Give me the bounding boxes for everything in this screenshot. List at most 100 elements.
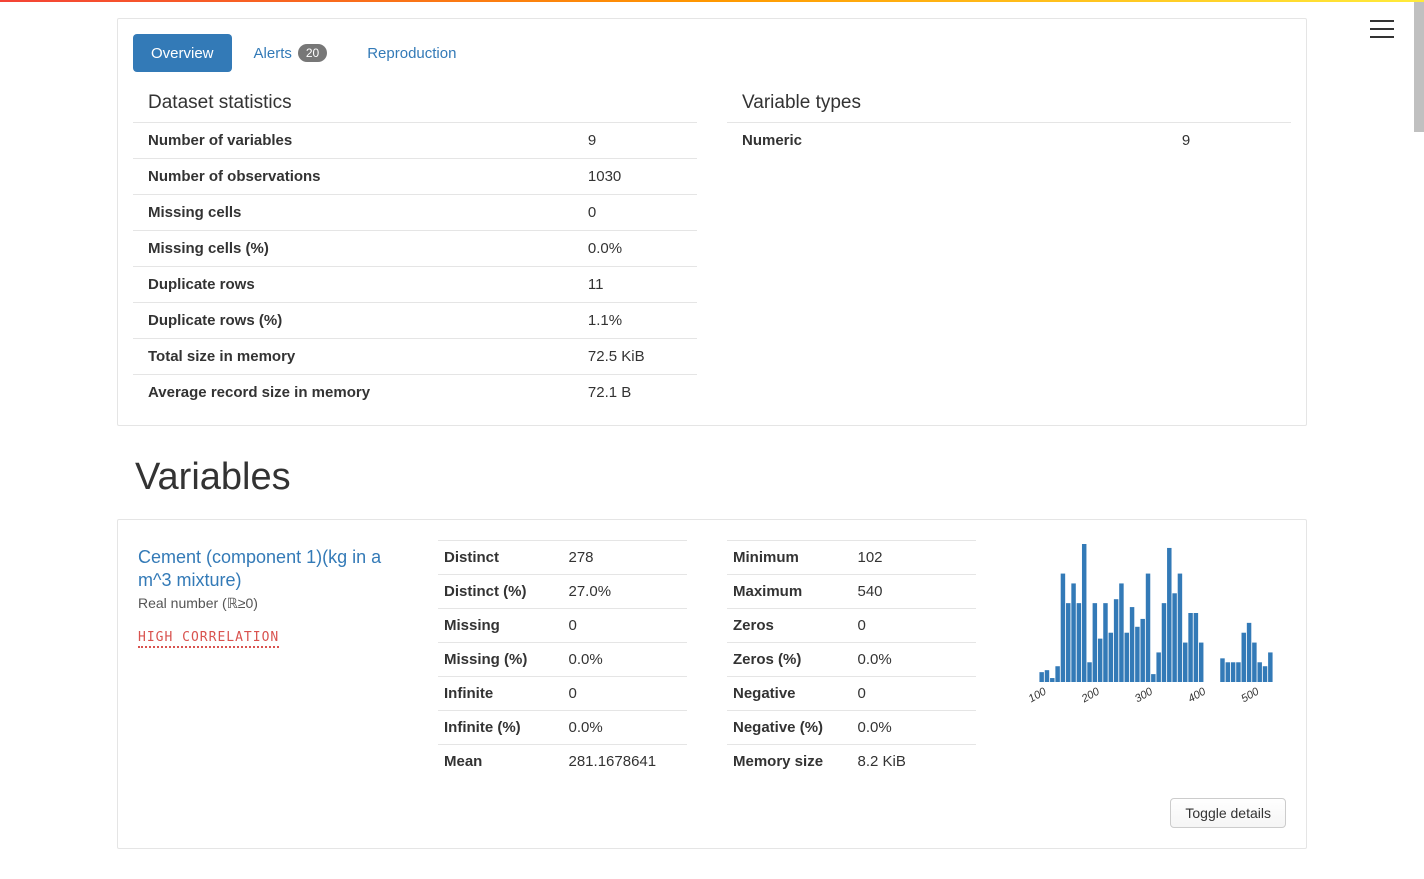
variable-stats-table-1: Distinct278Distinct (%)27.0%Missing0Miss…	[438, 540, 687, 778]
histogram-bar	[1050, 678, 1054, 682]
table-row: Infinite0	[438, 677, 687, 711]
table-row: Memory size8.2 KiB	[727, 745, 976, 779]
axis-tick-label: 500	[1239, 685, 1262, 705]
axis-tick-label: 400	[1186, 685, 1209, 705]
stat-value: 0	[573, 195, 697, 231]
table-row: Maximum540	[727, 575, 976, 609]
variable-name-link[interactable]: Cement (component 1)(kg in a m^3 mixture…	[138, 546, 398, 593]
stat-label: Infinite (%)	[438, 711, 563, 745]
variable-types-title: Variable types	[727, 82, 1291, 122]
histogram-bar	[1183, 643, 1187, 682]
table-row: Missing cells (%)0.0%	[133, 231, 697, 267]
histogram-bar	[1252, 643, 1256, 682]
histogram-bar	[1151, 674, 1155, 682]
table-row: Distinct278	[438, 541, 687, 575]
stat-label: Zeros (%)	[727, 643, 852, 677]
stat-label: Average record size in memory	[133, 375, 573, 411]
histogram-bar	[1199, 643, 1203, 682]
histogram-bar	[1167, 548, 1171, 682]
variable-histogram: 100200300400500	[1016, 540, 1286, 778]
histogram-bar	[1188, 613, 1192, 682]
table-row: Missing0	[438, 609, 687, 643]
histogram-bar	[1226, 662, 1230, 682]
histogram-bar	[1039, 672, 1043, 682]
stat-value: 540	[852, 575, 977, 609]
table-row: Distinct (%)27.0%	[438, 575, 687, 609]
stat-value: 1030	[573, 159, 697, 195]
variable-types-table: Numeric9	[727, 122, 1291, 158]
table-row: Duplicate rows11	[133, 267, 697, 303]
dataset-stats-table: Number of variables9Number of observatio…	[133, 122, 697, 410]
histogram-bar	[1055, 666, 1059, 682]
stat-label: Memory size	[727, 745, 852, 779]
histogram-bar	[1140, 619, 1144, 682]
histogram-bar	[1045, 670, 1049, 682]
stat-label: Negative (%)	[727, 711, 852, 745]
tab-bar: Overview Alerts 20 Reproduction	[133, 34, 1291, 72]
stat-value: 0.0%	[852, 643, 977, 677]
stat-label: Duplicate rows (%)	[133, 303, 573, 339]
stat-label: Minimum	[727, 541, 852, 575]
histogram-bar	[1263, 666, 1267, 682]
table-row: Zeros0	[727, 609, 976, 643]
histogram-bar	[1156, 652, 1160, 682]
stat-label: Missing cells (%)	[133, 231, 573, 267]
stat-label: Number of variables	[133, 123, 573, 159]
table-row: Minimum102	[727, 541, 976, 575]
table-row: Total size in memory72.5 KiB	[133, 339, 697, 375]
histogram-bar	[1257, 662, 1261, 682]
histogram-bar	[1071, 583, 1075, 682]
table-row: Number of variables9	[133, 123, 697, 159]
histogram-bar	[1247, 623, 1251, 682]
stat-value: 27.0%	[563, 575, 688, 609]
stat-label: Numeric	[727, 123, 1167, 159]
histogram-bar	[1194, 613, 1198, 682]
table-row: Duplicate rows (%)1.1%	[133, 303, 697, 339]
toggle-details-button[interactable]: Toggle details	[1170, 798, 1286, 828]
histogram-bar	[1178, 574, 1182, 682]
hamburger-menu-icon[interactable]	[1370, 20, 1394, 38]
stat-value: 8.2 KiB	[852, 745, 977, 779]
histogram-bar	[1098, 639, 1102, 682]
warning-badge-high-correlation[interactable]: HIGH CORRELATION	[138, 630, 279, 648]
stat-value: 9	[573, 123, 697, 159]
alerts-count-badge: 20	[298, 44, 327, 62]
histogram-bar	[1162, 603, 1166, 682]
histogram-bar	[1114, 599, 1118, 682]
histogram-bar	[1268, 652, 1272, 682]
histogram-bar	[1061, 574, 1065, 682]
table-row: Negative0	[727, 677, 976, 711]
histogram-bar	[1135, 627, 1139, 682]
variable-card: Cement (component 1)(kg in a m^3 mixture…	[117, 519, 1307, 849]
stat-label: Missing (%)	[438, 643, 563, 677]
dataset-stats-title: Dataset statistics	[133, 82, 697, 122]
tab-overview[interactable]: Overview	[133, 34, 232, 72]
table-row: Number of observations1030	[133, 159, 697, 195]
tab-reproduction[interactable]: Reproduction	[349, 34, 474, 72]
histogram-bar	[1109, 633, 1113, 682]
stat-label: Duplicate rows	[133, 267, 573, 303]
stat-value: 0.0%	[563, 711, 688, 745]
scrollbar-thumb[interactable]	[1414, 2, 1424, 132]
table-row: Missing (%)0.0%	[438, 643, 687, 677]
stat-value: 0	[563, 677, 688, 711]
histogram-bar	[1125, 633, 1129, 682]
variable-subtitle: Real number (ℝ≥0)	[138, 595, 398, 612]
variables-heading: Variables	[117, 456, 1307, 499]
table-row: Numeric9	[727, 123, 1291, 159]
axis-tick-label: 300	[1133, 685, 1156, 705]
stat-label: Negative	[727, 677, 852, 711]
tab-alerts[interactable]: Alerts 20	[236, 34, 346, 72]
histogram-bar	[1103, 603, 1107, 682]
axis-tick-label: 100	[1027, 685, 1050, 705]
histogram-bar	[1093, 603, 1097, 682]
stat-label: Number of observations	[133, 159, 573, 195]
stat-label: Mean	[438, 745, 563, 779]
stat-label: Distinct (%)	[438, 575, 563, 609]
variable-stats-table-2: Minimum102Maximum540Zeros0Zeros (%)0.0%N…	[727, 540, 976, 778]
histogram-bar	[1119, 583, 1123, 682]
stat-label: Maximum	[727, 575, 852, 609]
stat-value: 1.1%	[573, 303, 697, 339]
tab-alerts-label: Alerts	[254, 45, 292, 62]
table-row: Missing cells0	[133, 195, 697, 231]
